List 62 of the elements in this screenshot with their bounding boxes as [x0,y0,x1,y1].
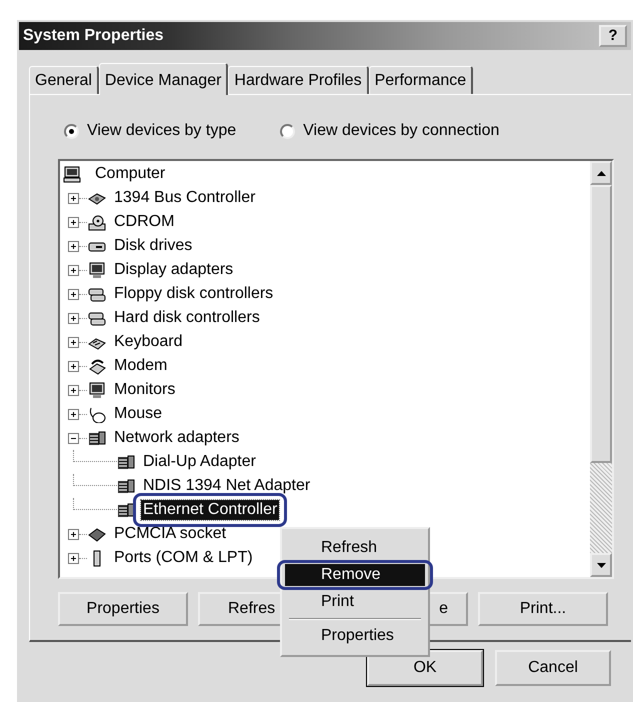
tab[interactable]: Device Manager [98,63,228,95]
tree-item[interactable]: Disk drives [112,236,194,256]
tree-item[interactable]: Dial-Up Adapter [141,452,258,472]
mouse-icon [88,406,106,422]
tree-item[interactable]: Display adapters [112,260,236,280]
button[interactable]: Properties [58,592,188,626]
expand-icon[interactable] [68,288,79,300]
monitor-icon [88,262,106,278]
tab[interactable]: Performance [368,66,474,94]
tree-item[interactable]: NDIS 1394 Net Adapter [141,476,312,496]
menu-item[interactable]: Refresh [285,537,425,559]
monitor-icon [88,382,106,398]
pcmcia-card-icon [88,526,106,542]
radio-label[interactable]: View devices by connection [303,119,500,143]
tree-item[interactable]: Mouse [112,404,164,424]
tree-item[interactable]: Monitors [112,380,178,400]
expand-icon[interactable] [68,336,79,348]
window-title: System Properties [23,26,164,46]
tree-item[interactable]: Ethernet Controller [141,500,280,520]
expand-icon[interactable] [68,528,79,540]
expand-icon[interactable] [68,552,79,564]
cd-drive-icon [88,214,106,230]
expand-icon[interactable] [68,408,79,420]
tree-item[interactable]: Computer [93,164,168,184]
tab[interactable]: Hardware Profiles [228,66,369,94]
disk-controller-icon [88,286,106,302]
tree-item[interactable]: CDROM [112,212,176,232]
scrollbar[interactable] [590,161,612,577]
scroll-up-button[interactable] [590,161,612,185]
tree-item[interactable]: Hard disk controllers [112,308,262,328]
expand-icon[interactable] [68,264,79,276]
tree-item[interactable]: 1394 Bus Controller [112,188,258,208]
phone-icon [88,358,106,374]
expand-icon[interactable] [68,384,79,396]
tree-item[interactable]: Modem [112,356,170,376]
tree-item[interactable]: Keyboard [112,332,184,352]
scroll-thumb[interactable] [590,185,612,463]
expand-icon[interactable] [68,240,79,252]
button[interactable]: Cancel [495,650,611,686]
radio-button[interactable] [64,124,79,138]
help-button[interactable]: ? [599,25,627,47]
tree-item[interactable]: Network adapters [112,428,242,448]
computer-icon [63,166,81,182]
tab[interactable]: General [29,66,99,94]
radio-label[interactable]: View devices by type [87,119,236,143]
expand-icon[interactable] [68,360,79,372]
scroll-down-button[interactable] [590,553,612,577]
expand-icon[interactable] [68,216,79,228]
tree-item[interactable]: Ports (COM & LPT) [112,548,255,568]
collapse-icon[interactable] [68,432,79,444]
button[interactable]: Print... [478,592,608,626]
menu-item[interactable]: Properties [285,625,425,647]
radio-button[interactable] [280,124,296,138]
tree-item[interactable]: Floppy disk controllers [112,284,276,304]
expand-icon[interactable] [68,192,79,204]
network-card-icon [88,430,106,446]
expand-icon[interactable] [68,312,79,324]
menu-item[interactable]: Remove [285,564,425,586]
arrow-down-icon [596,562,606,568]
arrow-up-icon [596,170,606,176]
disk-controller-icon [88,310,106,326]
tree-item[interactable]: PCMCIA socket [112,524,228,544]
